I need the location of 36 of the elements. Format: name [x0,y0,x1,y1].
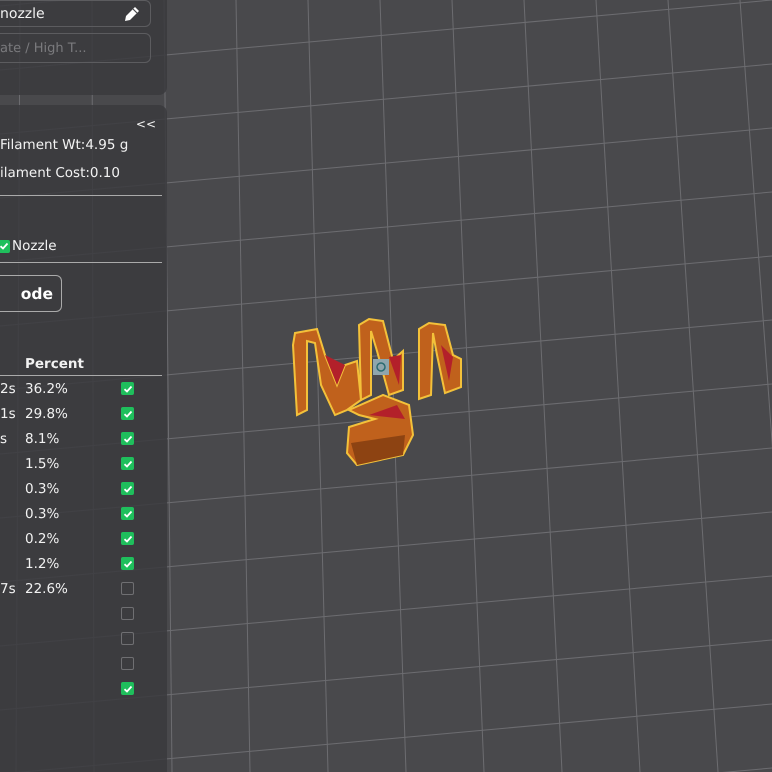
checkbox[interactable] [121,657,134,670]
checkbox[interactable] [121,457,134,470]
checkbox[interactable] [121,557,134,570]
checkbox[interactable] [121,682,134,695]
percent-cell-text: 8.1% [25,430,60,446]
checkbox[interactable] [121,607,134,620]
checkbox[interactable] [121,382,134,395]
checkbox[interactable] [121,482,134,495]
checkbox[interactable] [0,240,10,252]
preset-field[interactable]: ate / High T... [0,33,151,63]
time-cell-text: s [0,430,8,446]
filament-cost: ilament Cost:0.10 [0,164,121,183]
checkbox[interactable] [121,632,134,645]
nozzle-label: nozzle [0,6,45,22]
percent-cell-text: 22.6% [25,580,69,596]
cube-icon[interactable] [373,359,389,375]
option-label: Nozzle [12,238,57,254]
column-header: Percent [25,356,85,372]
checkbox[interactable] [121,407,134,420]
collapse-button[interactable]: << [136,117,156,131]
checkbox[interactable] [121,507,134,520]
percent-cell-text: 1.5% [25,456,60,472]
checkbox[interactable] [121,582,134,595]
percent-cell-text: 0.3% [25,506,60,522]
percent-cell-text: 0.3% [25,480,60,496]
filament-weight: Filament Wt:4.95 g [0,136,130,155]
time-cell-text: 2s [0,380,17,396]
percent-cell-text: 29.8% [25,406,69,422]
checkbox[interactable] [121,532,134,545]
percent-cell-text: 0.2% [25,530,60,546]
checkbox[interactable] [121,432,134,445]
time-cell-text: 7s [0,580,17,596]
percent-cell-text: 1.2% [25,556,60,572]
export-button[interactable]: ode [0,275,62,312]
percent-cell-text: 36.2% [25,380,69,396]
time-cell-text: 1s [0,406,17,422]
